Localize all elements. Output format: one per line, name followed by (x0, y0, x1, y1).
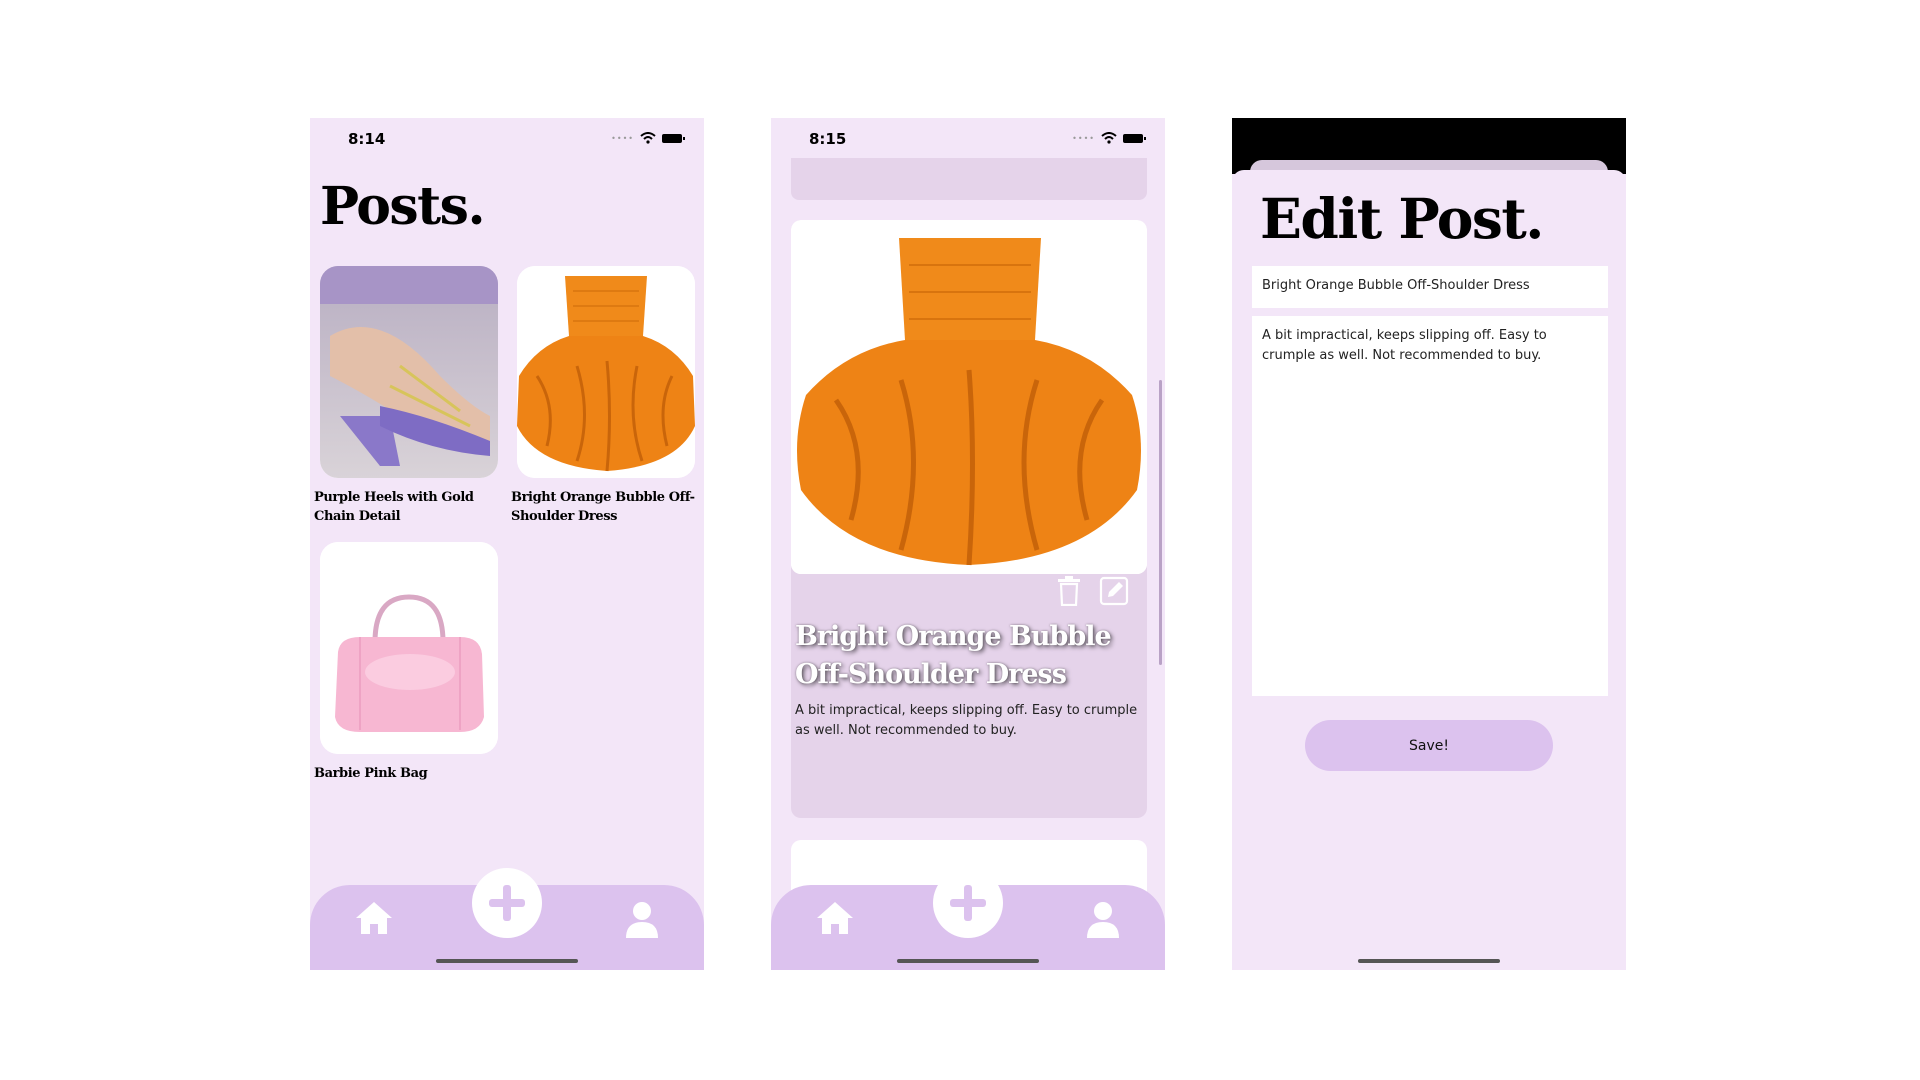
post-card[interactable]: Bright Orange Bubble Off-Shoulder Dress … (791, 220, 1147, 818)
plus-icon (489, 885, 525, 921)
home-indicator (897, 959, 1039, 963)
user-icon[interactable] (1085, 900, 1121, 938)
dress-image (791, 220, 1147, 574)
post-card-bag[interactable] (320, 542, 498, 754)
edit-post-screen: Edit Post. Bright Orange Bubble Off-Shou… (1232, 118, 1626, 970)
page-title: Edit Post. (1260, 186, 1544, 251)
post-caption: Purple Heels with Gold Chain Detail (314, 490, 474, 524)
battery-icon (1123, 133, 1146, 143)
post-description: A bit impractical, keeps slipping off. E… (795, 703, 1138, 738)
page-title: Posts. (320, 176, 486, 237)
posts-screen: 8:14 •••• Posts. Purple Heels with Gold … (310, 118, 704, 970)
add-post-button[interactable] (472, 868, 542, 938)
post-caption: Barbie Pink Bag (314, 766, 428, 781)
post-title: Bright Orange Bubble Off-Shoulder Dress (795, 621, 1112, 690)
signal-icon: •••• (1072, 133, 1095, 143)
battery-icon (662, 133, 685, 143)
status-time: 8:14 (348, 130, 386, 148)
save-button[interactable]: Save! (1305, 720, 1553, 771)
edit-sheet: Edit Post. Bright Orange Bubble Off-Shou… (1232, 170, 1626, 970)
wifi-icon (1101, 132, 1117, 144)
bag-image (320, 542, 498, 754)
home-indicator (1358, 959, 1500, 963)
home-icon[interactable] (354, 900, 394, 936)
edit-icon[interactable] (1099, 576, 1129, 606)
post-image (791, 220, 1147, 574)
post-card-heels[interactable] (320, 266, 498, 478)
heels-image (320, 266, 498, 478)
home-icon[interactable] (815, 900, 855, 936)
status-time: 8:15 (809, 130, 847, 148)
previous-post-card[interactable] (791, 158, 1147, 200)
dress-image (517, 266, 695, 478)
add-post-button[interactable] (933, 868, 1003, 938)
description-textarea[interactable]: A bit impractical, keeps slipping off. E… (1252, 316, 1608, 696)
signal-icon: •••• (611, 133, 634, 143)
wifi-icon (640, 132, 656, 144)
delete-icon[interactable] (1057, 576, 1081, 606)
user-icon[interactable] (624, 900, 660, 938)
plus-icon (950, 885, 986, 921)
status-bar: 8:14 •••• (310, 118, 704, 166)
post-detail-screen: 8:15 •••• Bright Orange Bubble Off-Shoul… (771, 118, 1165, 970)
post-caption: Bright Orange Bubble Off-Shoulder Dress (511, 490, 695, 524)
post-card-dress[interactable] (517, 266, 695, 478)
scrollbar[interactable] (1159, 380, 1162, 665)
title-input[interactable]: Bright Orange Bubble Off-Shoulder Dress (1252, 266, 1608, 308)
home-indicator (436, 959, 578, 963)
